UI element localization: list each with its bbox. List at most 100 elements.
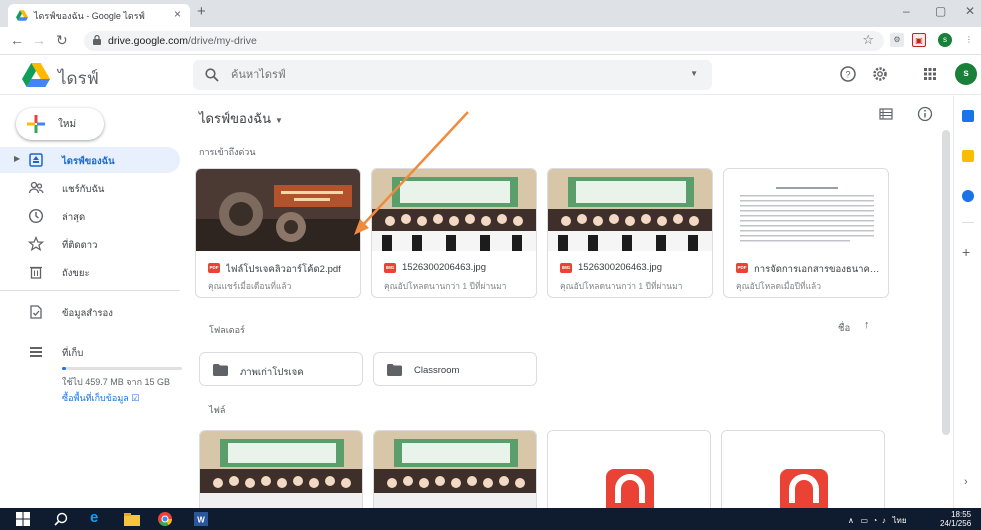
sidebar-item-label: แชร์กับฉัน <box>62 184 105 195</box>
search-box[interactable]: ▼ <box>193 60 712 90</box>
account-avatar[interactable]: s <box>955 63 977 85</box>
bookmark-star-icon[interactable]: ☆ <box>862 32 874 48</box>
folder-item[interactable]: Classroom <box>373 352 537 386</box>
sort-direction-arrow-icon[interactable]: ↑ <box>864 319 870 331</box>
sort-by-name-label[interactable]: ชื่อ <box>838 321 850 336</box>
browser-tab[interactable]: ไดรฟ์ของฉัน - Google ไดรฟ์ × <box>8 4 190 27</box>
url-omnibox[interactable]: drive.google.com/drive/my-drive ☆ <box>84 31 884 51</box>
forward-arrow-icon[interactable]: → <box>32 32 46 48</box>
url-host: drive.google.com <box>108 35 188 47</box>
system-tray[interactable]: ∧ ▭ ◔ ♪ ไทย <box>848 514 907 527</box>
settings-gear-icon[interactable] <box>871 65 889 83</box>
quick-access-card[interactable]: PDF การจัดการเอกสารของธนาคาร... คุณอัปโห… <box>723 168 889 298</box>
folder-name: Classroom <box>414 365 460 376</box>
battery-icon[interactable]: ▭ <box>861 516 869 525</box>
storage-usage-fill <box>62 367 66 370</box>
pdf-thumbnail-icon <box>548 431 710 508</box>
apps-grid-icon[interactable] <box>921 65 939 83</box>
help-icon[interactable]: ? <box>839 65 857 83</box>
quick-access-card[interactable]: IMG 1526300206463.jpg คุณอัปโหลดนานกว่า … <box>547 168 713 298</box>
storage-usage-text: ใช้ไป 459.7 MB จาก 15 GB <box>62 377 171 387</box>
file-card[interactable] <box>199 430 363 508</box>
quick-access-heading: การเข้าถึงด่วน <box>199 147 256 157</box>
sidebar-item-my-drive[interactable]: ▶ ไดรฟ์ของฉัน <box>0 147 180 173</box>
sidebar-item-trash[interactable]: ถังขยะ <box>0 259 180 285</box>
page-title[interactable]: ไดรฟ์ของฉัน ▼ <box>199 108 283 129</box>
lock-icon <box>93 35 101 45</box>
sidebar-item-label: ที่เก็บ <box>62 348 84 359</box>
file-card[interactable] <box>721 430 885 508</box>
word-app-icon[interactable]: W <box>194 512 208 526</box>
new-button[interactable]: ใหม่ <box>16 108 104 140</box>
plus-icon <box>27 115 45 133</box>
buy-storage-link[interactable]: ซื้อพื้นที่เก็บข้อมูล ☑ <box>62 391 139 405</box>
sidebar-item-shared[interactable]: แชร์กับฉัน <box>0 175 180 201</box>
info-icon[interactable] <box>917 106 933 122</box>
svg-text:W: W <box>197 516 205 525</box>
close-window-button[interactable]: ✕ <box>965 4 975 18</box>
file-explorer-icon[interactable] <box>124 512 140 526</box>
search-options-dropdown-icon[interactable]: ▼ <box>690 69 698 78</box>
keep-icon[interactable] <box>962 150 974 162</box>
file-thumbnail <box>196 169 360 251</box>
file-activity: คุณแชร์เมื่อเดือนที่แล้ว <box>208 281 292 291</box>
file-card[interactable] <box>373 430 537 508</box>
add-addon-icon[interactable]: + <box>962 244 970 260</box>
files-heading: ไฟล์ <box>209 405 226 415</box>
new-tab-button[interactable]: + <box>197 3 206 20</box>
tasks-icon[interactable] <box>962 190 974 202</box>
sidebar-item-label: ล่าสุด <box>62 212 86 223</box>
tab-close-icon[interactable]: × <box>174 7 181 21</box>
windows-start-icon[interactable] <box>16 512 30 526</box>
edge-browser-icon[interactable]: e <box>90 509 98 526</box>
chrome-browser-icon[interactable] <box>158 512 172 526</box>
storage-usage-bar <box>62 367 182 370</box>
google-drive-logo-icon[interactable] <box>22 63 50 87</box>
backup-icon <box>30 305 42 319</box>
extension-icon[interactable]: ⚙ <box>890 33 904 47</box>
title-dropdown-icon[interactable]: ▼ <box>275 116 283 125</box>
sidebar-item-starred[interactable]: ที่ติดดาว <box>0 231 180 257</box>
browser-menu-icon[interactable]: ⋮ <box>962 33 976 47</box>
reload-icon[interactable]: ↻ <box>56 32 68 49</box>
list-view-icon[interactable] <box>879 107 893 121</box>
restore-button[interactable]: ▢ <box>935 4 946 18</box>
file-card[interactable] <box>547 430 711 508</box>
url-path: /drive/my-drive <box>187 35 257 47</box>
drive-header: ไดรฟ์ ▼ ? s <box>0 55 981 95</box>
wifi-icon[interactable]: ◔ <box>873 516 878 525</box>
page-title-text: ไดรฟ์ของฉัน <box>199 111 271 126</box>
quick-access-card[interactable]: IMG 1526300206463.jpg คุณอัปโหลดนานกว่า … <box>371 168 537 298</box>
profile-avatar[interactable]: s <box>938 33 952 47</box>
main-scrollbar[interactable] <box>942 130 950 435</box>
search-input[interactable] <box>231 66 651 84</box>
sidebar-item-label: ข้อมูลสำรอง <box>62 308 113 319</box>
minimize-button[interactable]: – <box>903 4 910 18</box>
search-icon[interactable] <box>54 512 68 526</box>
folder-name: ภาพเก่าโปรเจค <box>240 367 304 378</box>
tab-title: ไดรฟ์ของฉัน - Google ไดรฟ์ <box>34 11 145 21</box>
calendar-icon[interactable] <box>962 110 974 122</box>
sidebar-item-storage[interactable]: ที่เก็บ <box>0 339 180 365</box>
sidebar-item-recent[interactable]: ล่าสุด <box>0 203 180 229</box>
taskbar-clock[interactable]: 18:55 24/1/256 <box>940 510 971 528</box>
back-arrow-icon[interactable]: ← <box>10 32 24 48</box>
volume-icon[interactable]: ♪ <box>882 516 886 525</box>
sidebar-item-label: ที่ติดดาว <box>62 240 98 251</box>
pdf-thumbnail-icon <box>722 431 884 508</box>
expand-panel-chevron-icon[interactable]: › <box>964 476 968 488</box>
extension-shield-icon[interactable]: ▣ <box>912 33 926 47</box>
windows-taskbar: e W ∧ ▭ ◔ ♪ ไทย 18:55 24/1/256 <box>0 508 981 530</box>
file-name: 1526300206463.jpg <box>402 262 487 273</box>
input-language[interactable]: ไทย <box>893 516 907 525</box>
storage-icon <box>30 347 42 357</box>
sidebar-item-label: ถังขยะ <box>62 268 90 279</box>
quick-access-card[interactable]: PDF ไฟล์โปรเจคลิวอาร์โค้ด2.pdf คุณแชร์เม… <box>195 168 361 298</box>
tray-chevron-icon[interactable]: ∧ <box>848 516 854 525</box>
folder-item[interactable]: ภาพเก่าโปรเจค <box>199 352 363 386</box>
sidebar-item-backup[interactable]: ข้อมูลสำรอง <box>0 299 180 325</box>
star-icon <box>28 236 44 252</box>
main-content: ไดรฟ์ของฉัน ▼ การเข้าถึงด่วน PDF ไฟล์โปรเ… <box>182 96 942 508</box>
image-file-icon: IMG <box>384 263 396 273</box>
expand-caret-icon[interactable]: ▶ <box>14 154 20 163</box>
